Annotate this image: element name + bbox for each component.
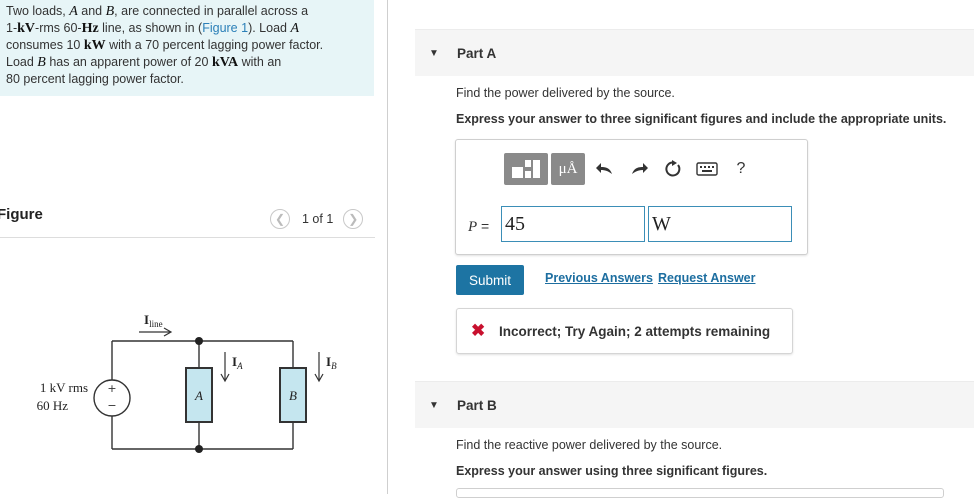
i-b-label: IB bbox=[326, 354, 337, 371]
units-button[interactable]: μÅ bbox=[551, 153, 585, 185]
request-answer-link[interactable]: Request Answer bbox=[658, 271, 755, 285]
unit-kw: kW bbox=[83, 38, 106, 53]
problem-text: , are connected in parallel across a bbox=[114, 4, 309, 18]
problem-text: ). Load bbox=[248, 21, 291, 35]
load-b-symbol: B bbox=[105, 4, 115, 19]
problem-text: Load bbox=[6, 55, 38, 69]
figure-navigation: ❮ 1 of 1 ❯ bbox=[270, 208, 364, 230]
figure-counter: 1 of 1 bbox=[302, 212, 334, 226]
part-b-instruction: Express your answer using three signific… bbox=[456, 464, 768, 478]
previous-answers-link[interactable]: Previous Answers bbox=[545, 271, 653, 285]
minus-sign: − bbox=[107, 399, 116, 412]
problem-text: and bbox=[77, 4, 106, 18]
caret-down-icon[interactable]: ▼ bbox=[429, 400, 441, 411]
figure-title: Figure bbox=[0, 206, 43, 223]
node-dot bbox=[195, 337, 203, 345]
part-b-label: Part B bbox=[457, 397, 497, 413]
i-a-label: IA bbox=[232, 354, 243, 371]
node-dot bbox=[195, 445, 203, 453]
x-icon: ✖ bbox=[471, 321, 486, 340]
undo-icon[interactable] bbox=[588, 153, 622, 185]
part-b-answer-box bbox=[456, 488, 944, 498]
part-a-header[interactable]: ▼ Part A bbox=[415, 29, 974, 76]
i-line-label: Iline bbox=[144, 312, 163, 329]
part-b-question: Find the reactive power delivered by the… bbox=[456, 438, 723, 452]
problem-text: -rms 60- bbox=[35, 21, 82, 35]
feedback-message: ✖ Incorrect; Try Again; 2 attempts remai… bbox=[456, 308, 793, 354]
part-a-question: Find the power delivered by the source. bbox=[456, 86, 675, 100]
problem-text: has an apparent power of 20 bbox=[45, 55, 212, 69]
answer-unit-input[interactable]: W bbox=[648, 206, 792, 242]
chevron-left-icon[interactable]: ❮ bbox=[270, 209, 290, 229]
feedback-text: Incorrect; Try Again; 2 attempts remaini… bbox=[499, 323, 771, 339]
load-a-label: A bbox=[194, 388, 203, 403]
part-b-header[interactable]: ▼ Part B bbox=[415, 381, 974, 428]
p-symbol: P bbox=[468, 219, 478, 235]
reset-icon[interactable] bbox=[656, 153, 690, 185]
answer-variable-label: P = bbox=[468, 218, 489, 236]
equals-sign: = bbox=[477, 218, 490, 234]
load-a-symbol: A bbox=[69, 4, 78, 19]
help-icon[interactable]: ? bbox=[724, 153, 758, 185]
chevron-right-icon[interactable]: ❯ bbox=[343, 209, 364, 229]
source-voltage-label: 1 kV rms bbox=[40, 380, 88, 395]
answer-box: μÅ ? P = 45 W bbox=[455, 139, 808, 255]
part-a-label: Part A bbox=[457, 45, 497, 61]
source-frequency-label: 60 Hz bbox=[37, 398, 69, 413]
plus-sign: + bbox=[107, 382, 116, 395]
load-b-symbol: B bbox=[37, 55, 46, 70]
answer-value-input[interactable]: 45 bbox=[501, 206, 645, 242]
math-toolbar: μÅ ? bbox=[504, 153, 758, 185]
submit-button[interactable]: Submit bbox=[456, 265, 524, 295]
keyboard-icon[interactable] bbox=[690, 153, 724, 185]
problem-text: 1- bbox=[6, 21, 18, 35]
unit-hz: Hz bbox=[81, 21, 99, 36]
caret-down-icon[interactable]: ▼ bbox=[429, 48, 441, 59]
problem-text: with a 70 percent lagging power factor. bbox=[105, 38, 324, 52]
figure-divider bbox=[0, 237, 375, 238]
column-divider bbox=[387, 0, 388, 494]
templates-icon[interactable] bbox=[504, 153, 548, 185]
figure-link[interactable]: Figure 1 bbox=[202, 21, 248, 35]
problem-text: Two loads, bbox=[6, 4, 70, 18]
circuit-diagram: + − 1 kV rms 60 Hz A B Iline IA IB bbox=[37, 312, 337, 453]
part-a-instruction: Express your answer to three significant… bbox=[456, 112, 947, 126]
problem-statement: Two loads, A and B, are connected in par… bbox=[0, 0, 374, 96]
load-b-label: B bbox=[289, 388, 297, 403]
unit-kva: kVA bbox=[211, 55, 239, 70]
problem-text: with an bbox=[238, 55, 282, 69]
problem-text: consumes 10 bbox=[6, 38, 84, 52]
unit-kv: kV bbox=[17, 21, 36, 36]
load-a-symbol: A bbox=[290, 21, 300, 36]
problem-text: 80 percent lagging power factor. bbox=[6, 72, 184, 86]
redo-icon[interactable] bbox=[622, 153, 656, 185]
problem-text: line, as shown in ( bbox=[98, 21, 203, 35]
